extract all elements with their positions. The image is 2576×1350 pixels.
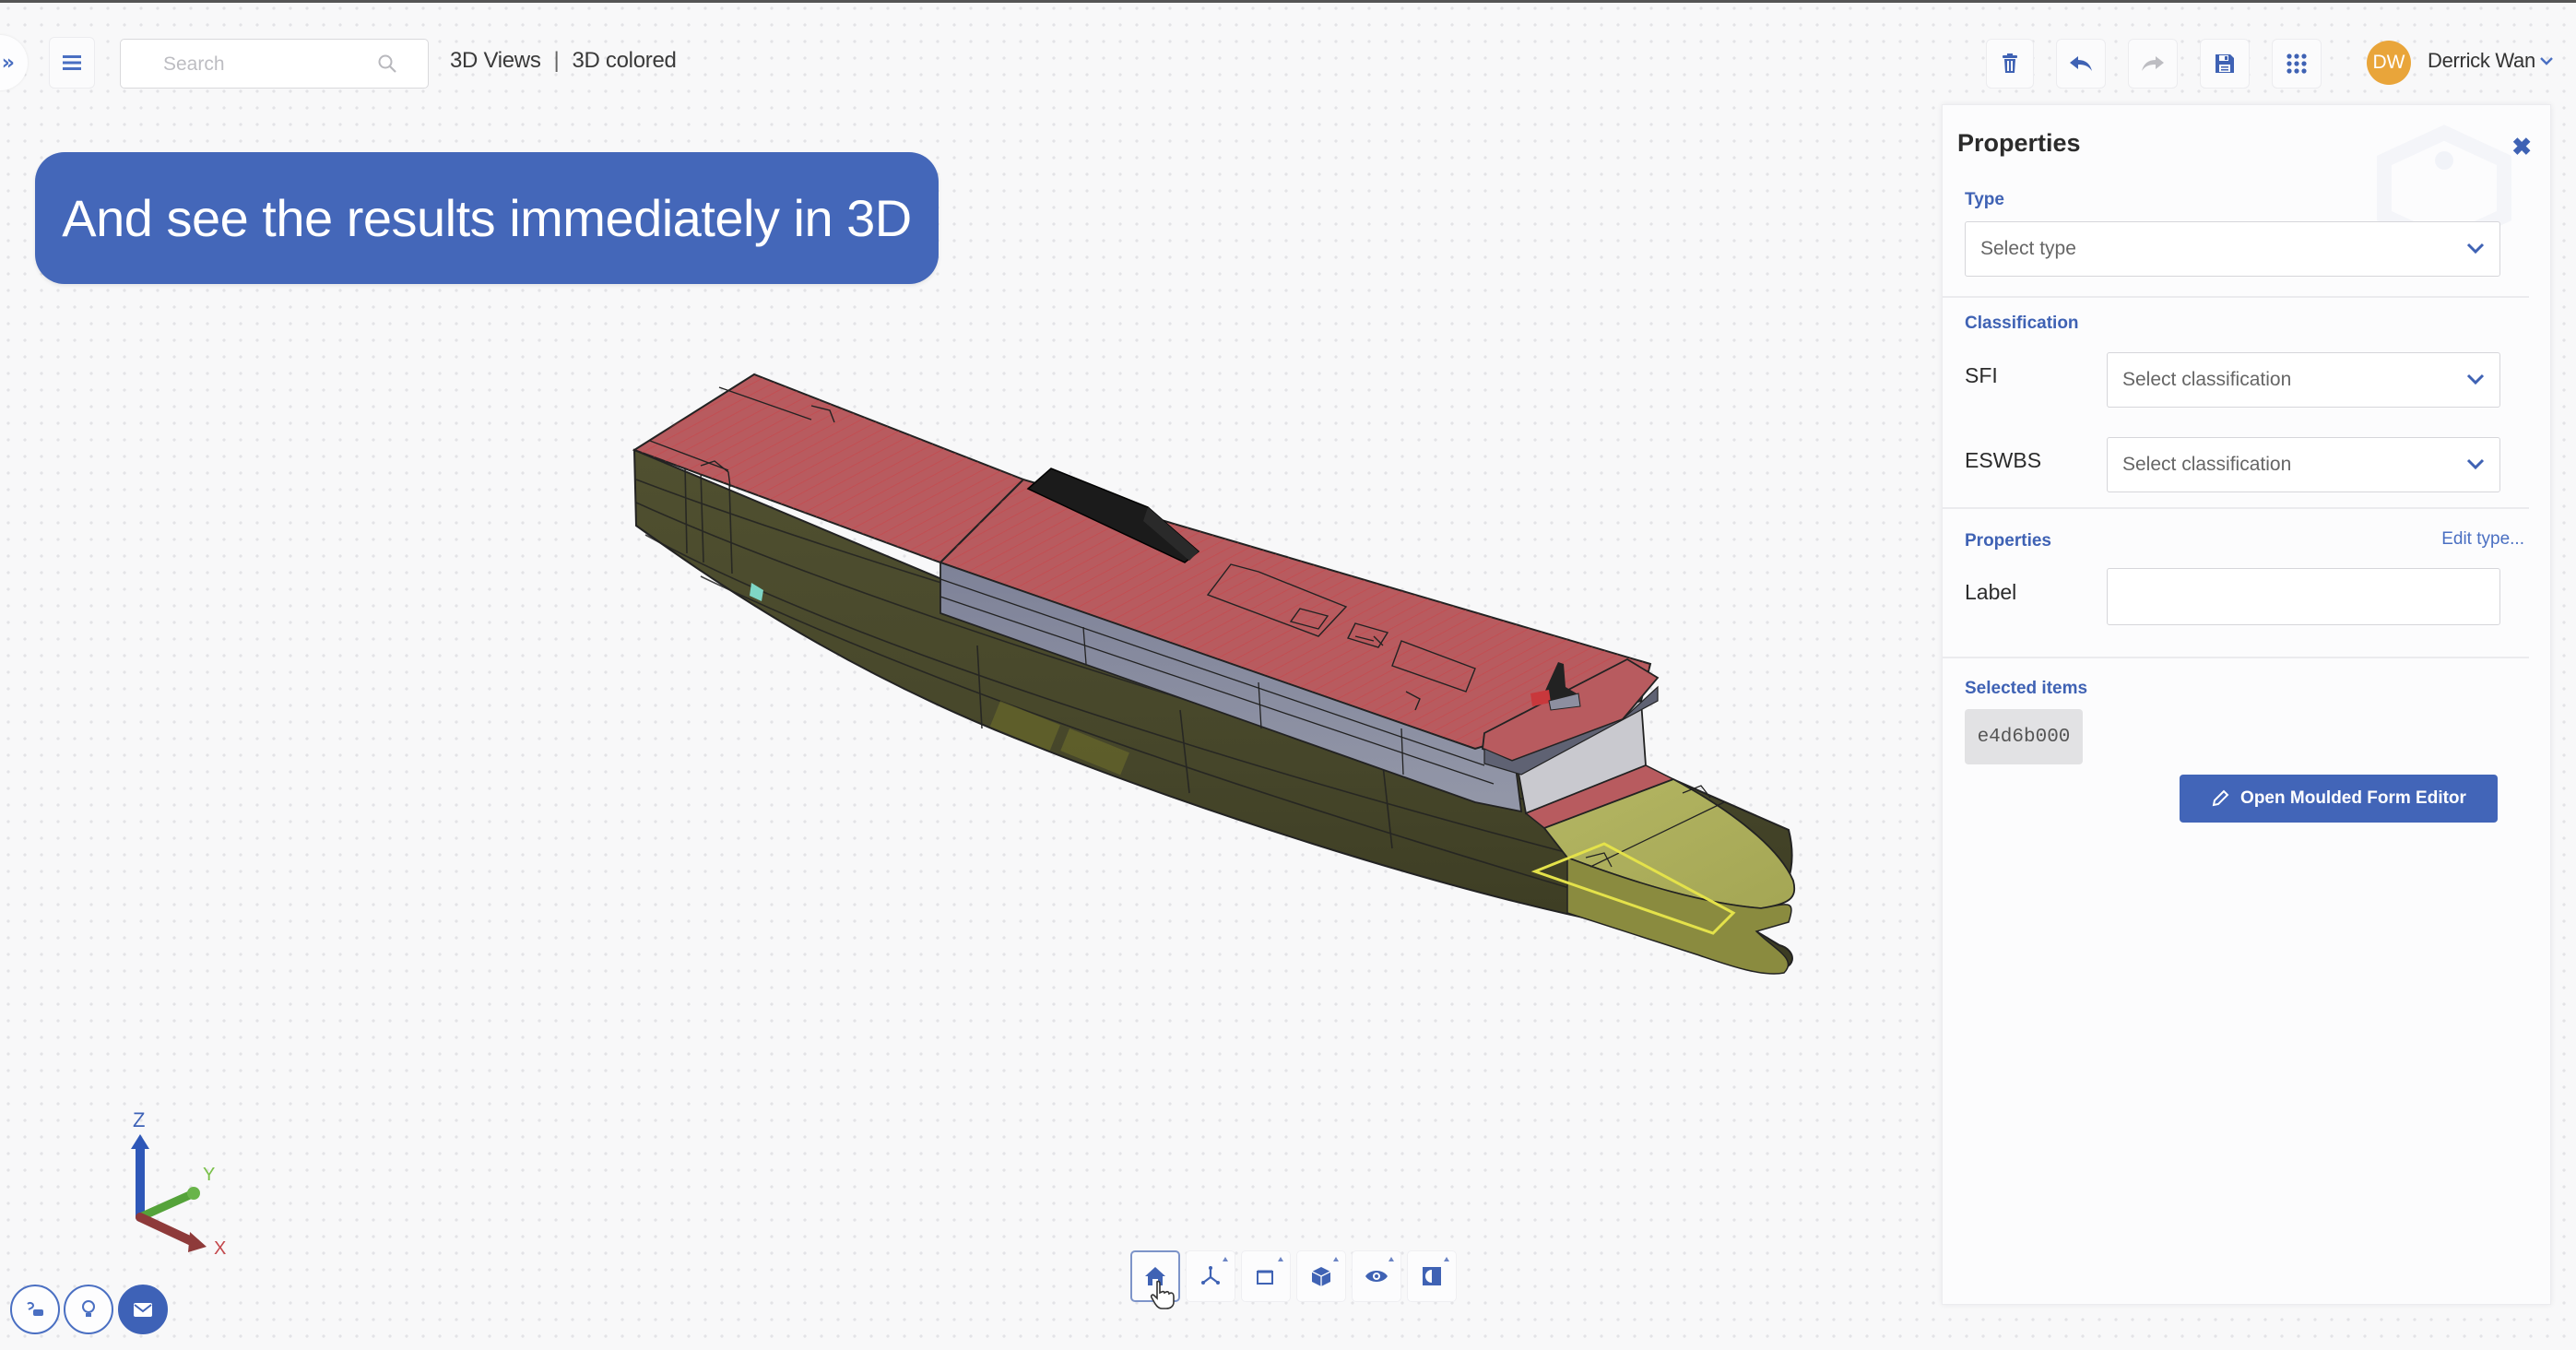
tips-button[interactable] <box>64 1285 113 1334</box>
submenu-indicator-icon <box>1333 1257 1339 1261</box>
label-input[interactable] <box>2107 568 2500 625</box>
type-select[interactable]: Select type <box>1965 221 2500 277</box>
breadcrumb: 3D Views | 3D colored <box>450 48 677 74</box>
contrast-icon <box>1423 1267 1441 1285</box>
eswbs-select[interactable]: Select classification <box>2107 437 2500 492</box>
edit-type-link[interactable]: Edit type... <box>2441 529 2524 550</box>
open-moulded-form-editor-label: Open Moulded Form Editor <box>2240 788 2466 808</box>
properties-panel: Properties ✖ Type Select type Classifica… <box>1942 104 2551 1305</box>
properties-section-label: Properties <box>1965 531 2051 551</box>
section-divider <box>1943 507 2529 509</box>
submenu-indicator-icon <box>1223 1257 1228 1261</box>
label-field-label: Label <box>1965 580 2017 604</box>
panel-title: Properties <box>1957 129 2081 157</box>
undo-button[interactable] <box>2056 39 2106 89</box>
lightbulb-icon <box>82 1300 95 1317</box>
section-divider <box>1943 296 2529 298</box>
search-box[interactable] <box>120 39 429 89</box>
breadcrumb-current: 3D colored <box>572 48 677 73</box>
sfi-select[interactable]: Select classification <box>2107 352 2500 408</box>
eye-icon <box>1365 1271 1388 1282</box>
view-section-button[interactable] <box>1241 1250 1291 1302</box>
type-section-label: Type <box>1965 190 2004 209</box>
selected-items-label: Selected items <box>1965 679 2088 698</box>
caption-banner: And see the results immediately in 3D <box>35 152 939 284</box>
section-divider <box>1943 657 2529 658</box>
mail-icon <box>134 1302 152 1317</box>
view-axes-button[interactable] <box>1186 1250 1235 1302</box>
chevron-down-icon <box>2466 243 2485 255</box>
axes-icon <box>1201 1266 1220 1285</box>
delete-button[interactable] <box>1986 39 2034 89</box>
eswbs-select-value: Select classification <box>2122 454 2292 475</box>
sfi-label: SFI <box>1965 363 1998 387</box>
chat-icon <box>27 1301 43 1316</box>
breadcrumb-parent[interactable]: 3D Views <box>450 48 541 74</box>
pencil-icon <box>2212 789 2229 807</box>
undo-icon <box>2070 56 2092 71</box>
submenu-indicator-icon <box>1388 1257 1394 1261</box>
user-name[interactable]: Derrick Wan <box>2428 49 2535 73</box>
apps-grid-button[interactable] <box>2272 39 2322 89</box>
cube-icon <box>1311 1267 1331 1286</box>
chevron-down-icon[interactable] <box>2539 55 2554 66</box>
axis-y-label: Y <box>203 1165 215 1185</box>
breadcrumb-separator: | <box>553 48 560 73</box>
double-chevron-right-icon: » <box>1 51 15 75</box>
section-box-icon <box>1257 1270 1273 1285</box>
user-avatar[interactable]: DW <box>2367 41 2411 85</box>
axis-z-label: Z <box>133 1108 145 1131</box>
expand-sidebar-button[interactable]: » <box>0 35 28 90</box>
sfi-select-value: Select classification <box>2122 369 2292 390</box>
selected-item-chip[interactable]: e4d6b000 <box>1965 709 2083 764</box>
chat-button[interactable] <box>10 1285 60 1334</box>
axis-x-label: X <box>214 1238 226 1254</box>
eswbs-label: ESWBS <box>1965 448 2042 472</box>
chevron-down-icon <box>2466 373 2485 385</box>
search-input[interactable] <box>161 49 368 80</box>
menu-button[interactable] <box>49 37 95 89</box>
chevron-down-icon <box>2466 458 2485 470</box>
view-visibility-button[interactable] <box>1352 1250 1401 1302</box>
submenu-indicator-icon <box>1278 1257 1283 1261</box>
view-render-mode-button[interactable] <box>1407 1250 1457 1302</box>
message-button[interactable] <box>118 1285 168 1334</box>
redo-icon <box>2142 56 2164 71</box>
save-button[interactable] <box>2200 39 2250 89</box>
trash-icon <box>2003 53 2017 73</box>
classification-section-label: Classification <box>1965 314 2079 333</box>
submenu-indicator-icon <box>1444 1257 1449 1261</box>
floppy-disk-icon <box>2216 54 2234 73</box>
hamburger-menu-icon <box>63 55 81 70</box>
hand-cursor-icon <box>1150 1280 1175 1309</box>
open-moulded-form-editor-button[interactable]: Open Moulded Form Editor <box>2180 775 2498 823</box>
redo-button[interactable] <box>2128 39 2178 89</box>
view-cube-button[interactable] <box>1296 1250 1346 1302</box>
axis-gizmo[interactable]: Z Y X <box>111 1107 240 1254</box>
window-top-border <box>0 0 2576 3</box>
grid-icon <box>2286 53 2307 74</box>
close-icon[interactable]: ✖ <box>2511 133 2532 161</box>
ship-3d-model[interactable] <box>590 350 1826 996</box>
type-select-value: Select type <box>1980 238 2076 259</box>
search-icon[interactable] <box>377 53 397 74</box>
